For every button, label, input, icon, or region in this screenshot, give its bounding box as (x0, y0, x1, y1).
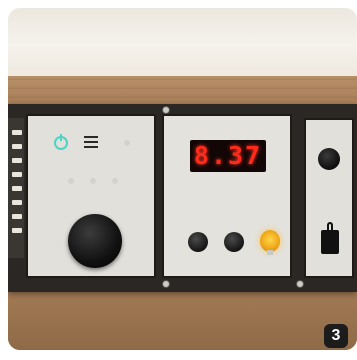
display-module: 8.37 (162, 114, 292, 278)
screw (162, 280, 170, 288)
led-display: 8.37 (190, 140, 266, 172)
power-icon[interactable] (54, 134, 68, 150)
indicator-led (12, 186, 22, 191)
screw (296, 280, 304, 288)
touch-dot (68, 178, 74, 184)
touch-dot (90, 178, 96, 184)
photo-frame: 8.37 3 (0, 0, 357, 360)
wall-background (8, 8, 357, 76)
mode-button[interactable] (188, 232, 208, 252)
indicator-led (12, 214, 22, 219)
rotary-knob[interactable] (68, 214, 122, 268)
indicator-strip (8, 118, 24, 258)
indicator-led (12, 144, 22, 149)
indicator-led (12, 228, 22, 233)
toggle-switch-icon[interactable] (321, 222, 339, 254)
touch-dot (124, 140, 130, 146)
control-panel-photo: 8.37 3 (8, 8, 357, 350)
menu-icon[interactable] (84, 136, 98, 148)
image-number-badge: 3 (324, 324, 348, 348)
indicator-led (12, 200, 22, 205)
bulb-icon[interactable] (260, 230, 280, 255)
display-caption-mark (214, 182, 244, 190)
round-button[interactable] (318, 148, 340, 170)
switch-module (304, 118, 354, 278)
plus-minus-button[interactable] (224, 232, 244, 252)
touch-control-module (26, 114, 156, 278)
screw (162, 106, 170, 114)
indicator-led (12, 130, 22, 135)
lower-wood-panel (8, 292, 357, 350)
indicator-led (12, 158, 22, 163)
touch-dot (112, 178, 118, 184)
indicator-led (12, 172, 22, 177)
